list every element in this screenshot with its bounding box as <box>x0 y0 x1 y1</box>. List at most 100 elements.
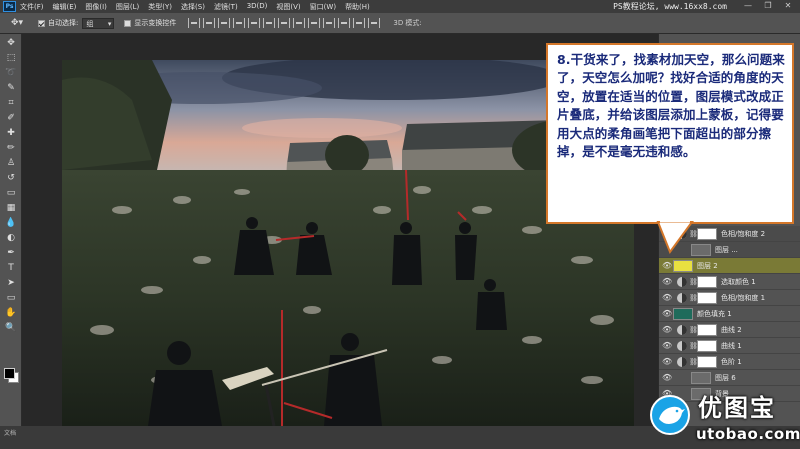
healing-icon[interactable]: ✚ <box>4 127 18 139</box>
distribute-hcenter-icon[interactable] <box>338 18 351 28</box>
adjustment-icon <box>677 276 687 287</box>
shape-icon[interactable]: ▭ <box>4 292 18 304</box>
move-icon[interactable]: ✥ <box>4 37 18 49</box>
hand-icon[interactable]: ✋ <box>4 307 18 319</box>
align-buttons <box>188 18 383 28</box>
stamp-icon[interactable]: ♙ <box>4 157 18 169</box>
layer-thumbnail <box>697 355 717 368</box>
layer-name: 色阶 1 <box>721 357 742 366</box>
menu-item[interactable]: 视图(V) <box>276 2 300 12</box>
menu-item[interactable]: 类型(Y) <box>148 2 172 12</box>
gradient-icon[interactable]: ▦ <box>4 202 18 214</box>
link-icon: ⛓ <box>689 341 698 350</box>
brush-icon[interactable]: ✏ <box>4 142 18 154</box>
pen-icon[interactable]: ✒ <box>4 247 18 259</box>
layer-row[interactable]: 👁 ⛓ 选取颜色 1 <box>659 274 800 290</box>
color-swatches[interactable] <box>4 368 19 383</box>
options-bar: ✥▾ 自动选择: 组 显示变换控件 3D 模式: <box>0 13 800 34</box>
dodge-icon[interactable]: ◐ <box>4 232 18 244</box>
auto-select-checkbox[interactable] <box>38 19 45 27</box>
distribute-left-icon[interactable] <box>323 18 336 28</box>
link-icon: ⛓ <box>689 325 698 334</box>
menu-item[interactable]: 3D(D) <box>247 2 268 12</box>
align-vcenter-icon[interactable] <box>203 18 216 28</box>
eye-icon[interactable]: 👁 <box>662 373 672 382</box>
adjustment-icon <box>677 356 687 367</box>
lasso-icon[interactable]: ➰ <box>4 67 18 79</box>
layer-thumbnail <box>697 291 717 304</box>
distribute-vcenter-icon[interactable] <box>293 18 306 28</box>
eraser-icon[interactable]: ▭ <box>4 187 18 199</box>
align-top-icon[interactable] <box>188 18 201 28</box>
eye-icon[interactable]: 👁 <box>662 341 672 350</box>
minimize-icon[interactable]: — <box>738 0 758 12</box>
layer-name: 色相/饱和度 1 <box>721 293 766 302</box>
align-hcenter-icon[interactable] <box>248 18 261 28</box>
auto-select-dropdown[interactable]: 组 <box>82 17 115 30</box>
toolbox: ✥ ⬚ ➰ ✎ ⌗ ✐ ✚ ✏ ♙ ↺ ▭ ▦ 💧 ◐ ✒ T ➤ ▭ ✋ 🔍 <box>0 34 22 426</box>
menu-item[interactable]: 编辑(E) <box>53 2 77 12</box>
bird-icon <box>650 395 690 435</box>
layer-row[interactable]: 👁 图层 2 <box>659 258 800 274</box>
menu-item[interactable]: 滤镜(T) <box>214 2 238 12</box>
eye-icon[interactable]: 👁 <box>662 261 672 270</box>
marquee-icon[interactable]: ⬚ <box>4 52 18 64</box>
show-transform-label: 显示变换控件 <box>134 19 177 27</box>
adjustment-icon <box>677 292 687 303</box>
layer-thumbnail <box>697 275 717 288</box>
quick-select-icon[interactable]: ✎ <box>4 82 18 94</box>
layer-thumbnail <box>673 259 693 272</box>
path-select-icon[interactable]: ➤ <box>4 277 18 289</box>
restore-icon[interactable]: ❐ <box>758 0 778 12</box>
menu-bar: Ps 文件(F) 编辑(E) 图像(I) 图层(L) 类型(Y) 选择(S) 滤镜(T) 3D… <box>0 0 800 13</box>
blur-icon[interactable]: 💧 <box>4 217 18 229</box>
type-icon[interactable]: T <box>4 262 18 274</box>
menu-item[interactable]: 选择(S) <box>181 2 205 12</box>
utobao-logo: 优图宝 utobao.com <box>646 393 800 449</box>
align-right-icon[interactable] <box>263 18 276 28</box>
history-brush-icon[interactable]: ↺ <box>4 172 18 184</box>
link-icon: ⛓ <box>689 277 698 286</box>
layer-row[interactable]: 👁 颜色填充 1 <box>659 306 800 322</box>
show-transform-checkbox[interactable] <box>124 19 132 27</box>
distribute-right-icon[interactable] <box>353 18 366 28</box>
layer-name: 图层 2 <box>697 261 718 270</box>
tutorial-callout: 8.干货来了，找素材加天空，那么问题来了，天空怎么加呢？找好合适的角度的天空，放… <box>546 43 794 255</box>
zoom-icon[interactable]: 🔍 <box>4 322 18 334</box>
eye-icon[interactable]: 👁 <box>662 309 672 318</box>
move-tool-preset-icon[interactable]: ✥▾ <box>6 16 28 30</box>
auto-select-label: 自动选择: <box>48 19 79 27</box>
crop-icon[interactable]: ⌗ <box>4 97 18 109</box>
adjustment-icon <box>677 324 687 335</box>
layer-row[interactable]: 👁 ⛓ 曲线 1 <box>659 338 800 354</box>
close-icon[interactable]: ✕ <box>778 0 798 12</box>
foreground-color-swatch[interactable] <box>4 368 15 379</box>
callout-text: 8.干货来了，找素材加天空，那么问题来了，天空怎么加呢？找好合适的角度的天空，放… <box>557 52 785 160</box>
watermark-text: PS教程论坛, www.16xx8.com <box>613 2 727 11</box>
eye-icon[interactable]: 👁 <box>662 293 672 302</box>
align-bottom-icon[interactable] <box>218 18 231 28</box>
menu-item[interactable]: 窗口(W) <box>310 2 336 12</box>
layer-row[interactable]: 👁 ⛓ 色相/饱和度 1 <box>659 290 800 306</box>
link-icon: ⛓ <box>689 293 698 302</box>
menu-item[interactable]: 图像(I) <box>85 2 107 12</box>
layer-thumbnail <box>697 227 717 240</box>
distribute-bottom-icon[interactable] <box>308 18 321 28</box>
logo-url: utobao.com <box>696 425 800 443</box>
layer-name: 图层 ... <box>715 245 738 254</box>
auto-align-icon[interactable] <box>368 18 381 28</box>
menu-item[interactable]: 文件(F) <box>20 2 44 12</box>
layer-row[interactable]: 👁 ⛓ 曲线 2 <box>659 322 800 338</box>
layer-row[interactable]: 👁 图层 6 <box>659 370 800 386</box>
layer-row[interactable]: 👁 ⛓ 色阶 1 <box>659 354 800 370</box>
layer-name: 曲线 1 <box>721 341 742 350</box>
menu-item[interactable]: 帮助(H) <box>345 2 370 12</box>
eye-icon[interactable]: 👁 <box>662 357 672 366</box>
menu-item[interactable]: 图层(L) <box>116 2 139 12</box>
eye-icon[interactable]: 👁 <box>662 277 672 286</box>
main-menu: 文件(F) 编辑(E) 图像(I) 图层(L) 类型(Y) 选择(S) 滤镜(T) 3D(D)… <box>20 2 379 12</box>
eye-icon[interactable]: 👁 <box>662 325 672 334</box>
eyedropper-icon[interactable]: ✐ <box>4 112 18 124</box>
distribute-top-icon[interactable] <box>278 18 291 28</box>
align-left-icon[interactable] <box>233 18 246 28</box>
